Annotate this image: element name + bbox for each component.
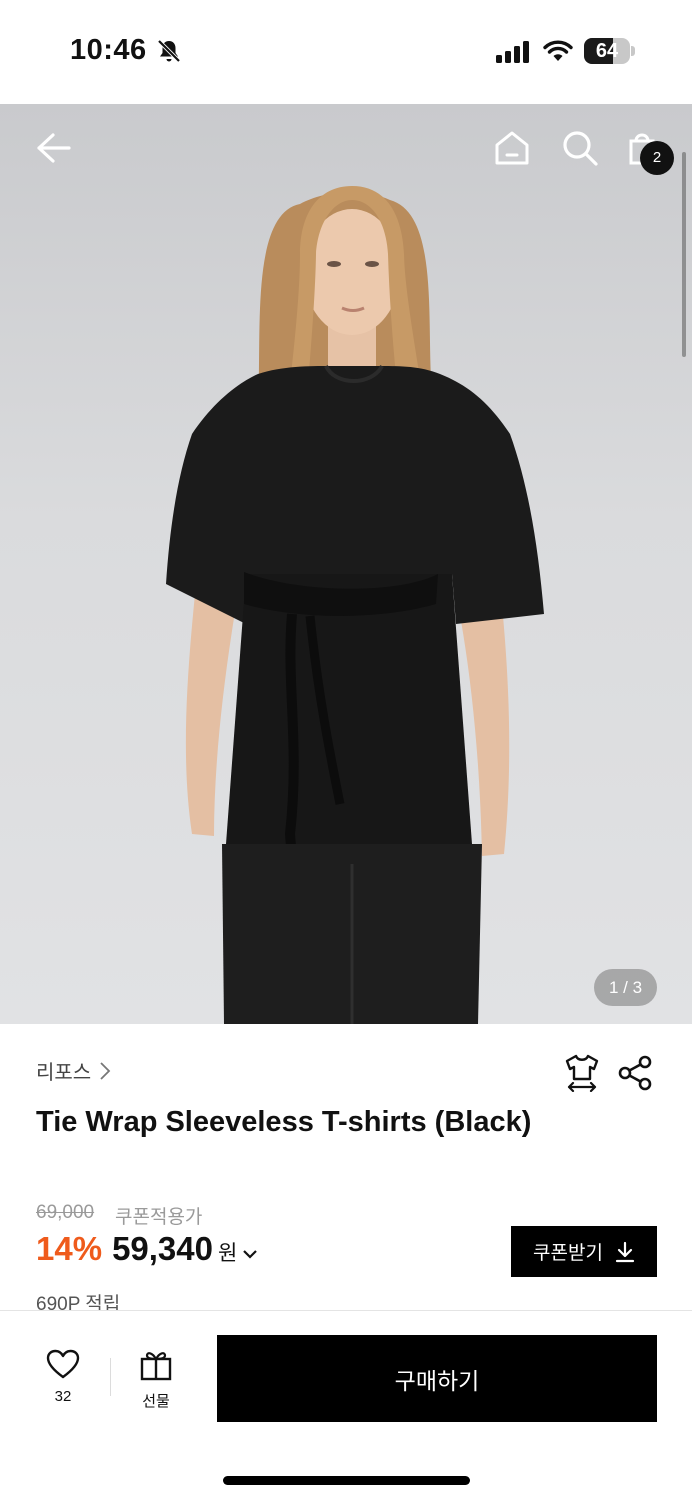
product-image[interactable] bbox=[0, 104, 692, 1024]
gift-button[interactable]: 선물 bbox=[126, 1349, 186, 1413]
discount-rate: 14% bbox=[36, 1230, 103, 1267]
download-icon bbox=[615, 1241, 635, 1262]
coupon-price-label: 쿠폰적용가 bbox=[115, 1207, 203, 1228]
status-bar: 10:46 64 bbox=[0, 0, 692, 104]
battery-level: 64 bbox=[595, 40, 619, 62]
home-indicator bbox=[223, 1476, 470, 1485]
cart-count-badge[interactable]: 2 bbox=[640, 141, 674, 175]
chevron-right-icon bbox=[100, 1061, 111, 1080]
product-title: Tie Wrap Sleeveless T-shirts (Black) bbox=[36, 1106, 532, 1138]
share-icon[interactable] bbox=[616, 1054, 654, 1092]
heart-icon bbox=[46, 1349, 80, 1379]
home-button[interactable] bbox=[490, 126, 534, 170]
currency-unit: 원 bbox=[218, 1242, 238, 1265]
brand-link[interactable]: 리포스 bbox=[36, 1056, 111, 1085]
signal-icon bbox=[496, 41, 529, 63]
status-time: 10:46 bbox=[70, 34, 147, 66]
like-count: 32 bbox=[54, 1388, 72, 1405]
home-icon bbox=[495, 131, 529, 165]
sale-price: 59,340 bbox=[112, 1230, 213, 1267]
gift-label: 선물 bbox=[142, 1393, 170, 1410]
image-page-counter: 1 / 3 bbox=[594, 969, 657, 1006]
original-price: 69,000 bbox=[36, 1202, 95, 1223]
coupon-button-label: 쿠폰받기 bbox=[533, 1243, 603, 1264]
back-button[interactable] bbox=[31, 126, 75, 170]
product-photo bbox=[166, 186, 544, 1024]
buy-button[interactable]: 구매하기 bbox=[217, 1335, 657, 1422]
chevron-down-icon bbox=[243, 1250, 258, 1259]
wifi-icon bbox=[543, 40, 573, 61]
battery-icon: 64 bbox=[584, 38, 636, 64]
size-guide-icon[interactable] bbox=[562, 1052, 602, 1092]
divider bbox=[110, 1358, 111, 1396]
search-button[interactable] bbox=[558, 126, 602, 170]
brand-name: 리포스 bbox=[36, 1062, 92, 1084]
gift-icon bbox=[140, 1352, 172, 1381]
bell-off-icon bbox=[157, 39, 181, 63]
search-icon bbox=[563, 131, 598, 166]
like-button[interactable]: 32 bbox=[33, 1349, 93, 1413]
scroll-indicator bbox=[682, 152, 686, 357]
price-row[interactable]: 14% 59,340 원 bbox=[36, 1230, 258, 1268]
back-arrow-icon bbox=[37, 133, 71, 163]
get-coupon-button[interactable]: 쿠폰받기 bbox=[511, 1226, 657, 1277]
